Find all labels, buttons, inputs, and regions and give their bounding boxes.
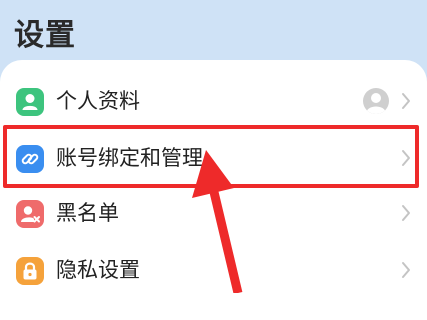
lock-icon <box>16 257 44 285</box>
avatar <box>363 88 389 114</box>
settings-item-privacy[interactable]: 隐私设置 <box>0 241 427 299</box>
settings-list: 个人资料 账号绑定和管理 黑名单 隐私设置 <box>0 60 427 320</box>
chevron-right-icon <box>402 93 410 109</box>
settings-item-label: 黑名单 <box>56 201 119 225</box>
person-icon <box>16 88 44 116</box>
settings-item-profile[interactable]: 个人资料 <box>0 72 427 130</box>
chevron-right-icon <box>402 262 410 278</box>
settings-item-blacklist[interactable]: 黑名单 <box>0 184 427 242</box>
settings-item-label: 隐私设置 <box>56 258 140 282</box>
blocked-user-icon <box>16 200 44 228</box>
page-title: 设置 <box>14 18 76 53</box>
chevron-right-icon <box>402 205 410 221</box>
highlight-box <box>3 125 419 188</box>
settings-item-label: 个人资料 <box>56 89 140 113</box>
